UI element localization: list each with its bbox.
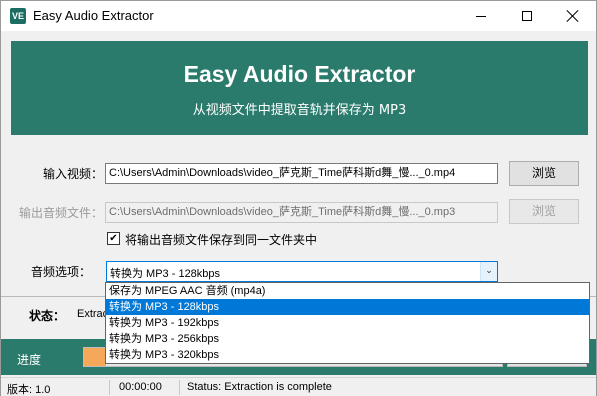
window-title: Easy Audio Extractor [33, 8, 154, 23]
app-window: VE Easy Audio Extractor Easy Audio Extra… [0, 0, 597, 396]
dropdown-option-mp3-192[interactable]: 转换为 MP3 - 192kbps [106, 315, 589, 331]
output-audio-label: 输出音频文件： [19, 206, 104, 220]
maximize-button[interactable] [504, 1, 550, 31]
title-bar[interactable]: VE Easy Audio Extractor [1, 1, 596, 31]
same-folder-label[interactable]: 将输出音频文件保存到同一文件夹中 [125, 231, 317, 248]
dropdown-option-mp3-256[interactable]: 转换为 MP3 - 256kbps [106, 331, 589, 347]
chevron-down-icon[interactable]: ⌄ [480, 262, 497, 281]
progress-label: 进度 [17, 353, 42, 367]
minimize-button[interactable] [458, 1, 504, 31]
status-bar: 版本: 1.0 00:00:00 Status: Extraction is c… [1, 377, 596, 396]
audio-options-label: 音频选项： [31, 265, 92, 279]
same-folder-checkbox[interactable]: ✔ [107, 232, 120, 245]
minimize-icon [476, 15, 486, 17]
header-banner: Easy Audio Extractor 从视频文件中提取音轨并保存为 MP3 [11, 41, 588, 135]
banner-subtitle: 从视频文件中提取音轨并保存为 MP3 [192, 103, 407, 118]
elapsed-time: 00:00:00 [119, 381, 162, 393]
status-message: Status: Extraction is complete [187, 381, 332, 393]
version-text: 版本: 1.0 [7, 384, 51, 396]
banner-title: Easy Audio Extractor [183, 61, 416, 87]
dropdown-option-mp3-128[interactable]: 转换为 MP3 - 128kbps [106, 299, 589, 315]
progress-bar-fill [84, 348, 106, 366]
input-video-label: 输入视频： [43, 167, 104, 181]
output-audio-field[interactable]: C:\Users\Admin\Downloads\video_萨克斯_Time萨… [105, 202, 498, 223]
status-divider [109, 380, 110, 395]
audio-options-select[interactable]: 转换为 MP3 - 128kbps ⌄ [106, 261, 498, 282]
input-video-field[interactable]: C:\Users\Admin\Downloads\video_萨克斯_Time萨… [105, 163, 498, 184]
dropdown-option-mp3-320[interactable]: 转换为 MP3 - 320kbps [106, 347, 589, 363]
input-browse-button[interactable]: 浏览 [509, 161, 579, 186]
audio-options-dropdown: 保存为 MPEG AAC 音频 (mp4a) 转换为 MP3 - 128kbps… [105, 282, 590, 364]
status-label: 状态： [29, 309, 66, 323]
status-text: Extrac [77, 308, 109, 320]
app-icon: VE [10, 8, 26, 24]
close-icon [567, 10, 579, 22]
close-button[interactable] [550, 1, 596, 31]
audio-options-selected-value: 转换为 MP3 - 128kbps [110, 268, 221, 280]
maximize-icon [522, 11, 532, 21]
status-divider [179, 380, 180, 395]
output-browse-button[interactable]: 浏览 [509, 199, 579, 224]
dropdown-option-aac[interactable]: 保存为 MPEG AAC 音频 (mp4a) [106, 283, 589, 299]
